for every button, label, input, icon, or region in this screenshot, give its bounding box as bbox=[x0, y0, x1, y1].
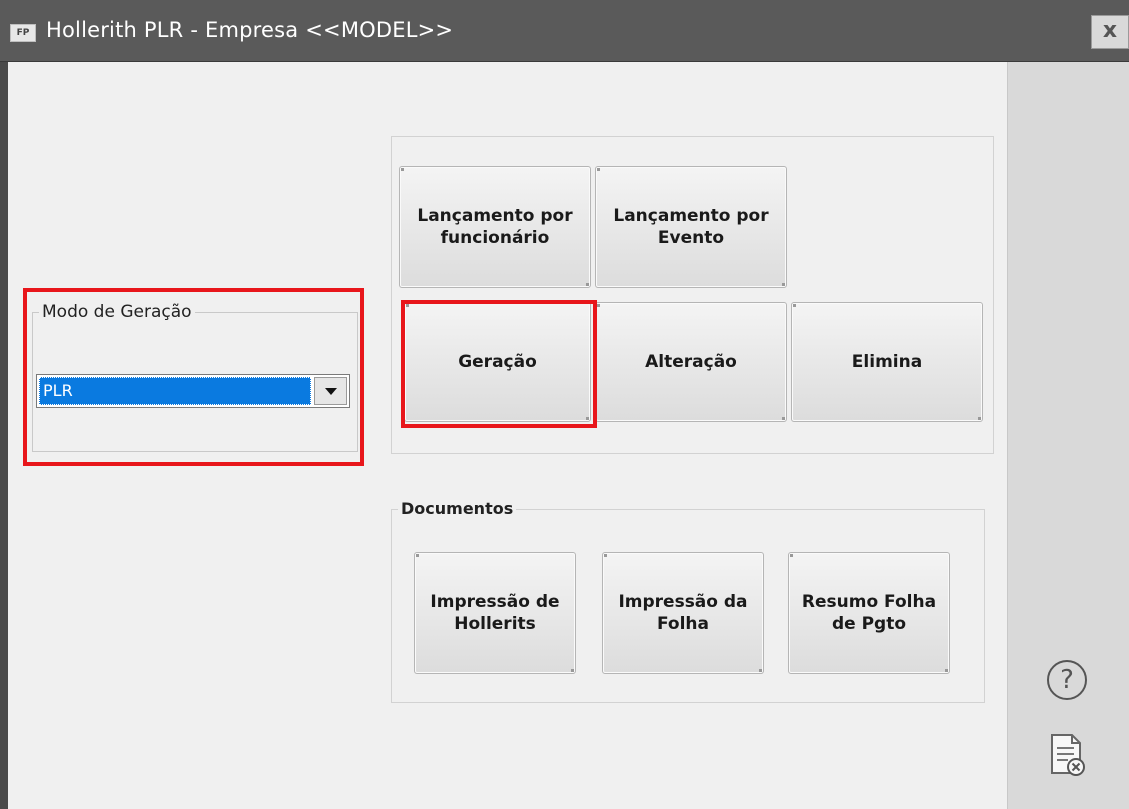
modo-geracao-label: Modo de Geração bbox=[39, 302, 195, 322]
window-titlebar: FP Hollerith PLR - Empresa <<MODEL>> x bbox=[0, 0, 1129, 62]
modo-geracao-selected-value: PLR bbox=[39, 377, 311, 405]
window-title: Hollerith PLR - Empresa <<MODEL>> bbox=[46, 18, 454, 42]
impressao-folha-button[interactable]: Impressão da Folha bbox=[602, 552, 764, 674]
chevron-down-icon[interactable] bbox=[314, 377, 347, 405]
lancamento-funcionario-button[interactable]: Lançamento por funcionário bbox=[399, 166, 591, 288]
close-button[interactable]: x bbox=[1091, 15, 1129, 49]
resumo-folha-button[interactable]: Resumo Folha de Pgto bbox=[788, 552, 950, 674]
modo-geracao-select[interactable]: PLR bbox=[36, 374, 350, 408]
elimina-button[interactable]: Elimina bbox=[791, 302, 983, 422]
alteracao-button[interactable]: Alteração bbox=[595, 302, 787, 422]
lancamento-evento-button[interactable]: Lançamento por Evento bbox=[595, 166, 787, 288]
app-icon: FP bbox=[10, 24, 36, 42]
geracao-button[interactable]: Geração bbox=[404, 302, 591, 422]
impressao-hollerits-button[interactable]: Impressão de Hollerits bbox=[414, 552, 576, 674]
document-cancel-icon[interactable] bbox=[1048, 733, 1088, 779]
help-circle-icon[interactable]: ? bbox=[1047, 660, 1087, 700]
documentos-label: Documentos bbox=[398, 499, 517, 518]
